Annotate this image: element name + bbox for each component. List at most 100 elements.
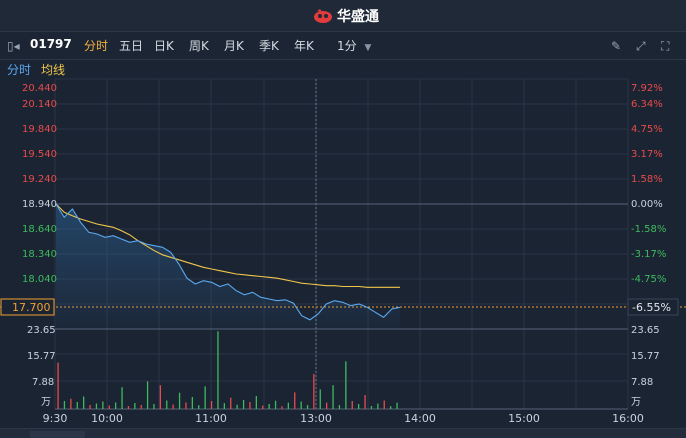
stock-code: 01797 bbox=[30, 37, 72, 51]
volume-bar bbox=[262, 405, 264, 409]
y-tick-right: 1.58% bbox=[631, 174, 663, 185]
y-tick-left: 19.240 bbox=[22, 174, 57, 185]
current-price-label: 17.700 bbox=[12, 301, 51, 314]
volume-bar bbox=[70, 398, 72, 409]
volume-bar bbox=[159, 385, 161, 409]
volume-bar bbox=[274, 400, 277, 409]
y-tick-left: 18.040 bbox=[22, 274, 57, 285]
volume-bar bbox=[140, 405, 142, 409]
y-tick-right: -4.75% bbox=[631, 274, 666, 285]
volume-bar bbox=[351, 401, 353, 409]
volume-bar bbox=[383, 400, 385, 409]
volume-bar bbox=[281, 406, 283, 409]
x-tick: 16:00 bbox=[612, 412, 644, 425]
y-tick-left: 18.940 bbox=[22, 199, 57, 210]
volume-bar bbox=[255, 396, 257, 409]
interval-select[interactable]: 1分 ▼ bbox=[337, 37, 371, 54]
tab-monthly-k[interactable]: 月K bbox=[224, 37, 244, 54]
volume-bar bbox=[204, 386, 206, 409]
tab-daily-k[interactable]: 日K bbox=[154, 37, 174, 54]
volume-bar bbox=[63, 401, 66, 409]
volume-bar bbox=[390, 406, 392, 409]
x-tick: 13:00 bbox=[300, 412, 332, 425]
chart-svg: 20.440 20.140 19.840 19.540 19.240 18.94… bbox=[0, 78, 686, 425]
volume-bar bbox=[108, 405, 110, 409]
volume-bar bbox=[191, 397, 193, 409]
legend-avg: 均线 bbox=[41, 63, 66, 77]
fullscreen-icon[interactable]: ⛶ bbox=[661, 39, 669, 54]
volume-bar bbox=[306, 405, 309, 409]
axis-labels: 20.440 20.140 19.840 19.540 19.240 18.94… bbox=[0, 83, 679, 425]
brand-logo: 华盛通 bbox=[313, 6, 379, 26]
volume-bar bbox=[332, 385, 334, 409]
expand-icon[interactable]: ⤢ bbox=[636, 39, 646, 54]
current-pct-label: -6.55% bbox=[632, 301, 671, 314]
y-tick-right: 7.92% bbox=[631, 83, 663, 94]
y-tick-left: 19.840 bbox=[22, 124, 57, 135]
tab-quarterly-k[interactable]: 季K bbox=[259, 37, 279, 54]
app-header: 华盛通 bbox=[0, 0, 686, 32]
volume-bar bbox=[166, 400, 168, 409]
x-tick: 10:00 bbox=[91, 412, 123, 425]
x-tick: 14:00 bbox=[404, 412, 436, 425]
volume-bar bbox=[76, 402, 78, 409]
volume-tick-left: 23.65 bbox=[27, 325, 56, 336]
current-pct-box bbox=[627, 298, 679, 316]
volume-bar bbox=[249, 402, 251, 409]
volume-bar bbox=[121, 387, 123, 409]
volume-bar bbox=[294, 392, 296, 409]
volume-bars bbox=[57, 331, 398, 409]
volume-bar bbox=[153, 404, 155, 409]
volume-bar bbox=[236, 404, 238, 409]
series-line-average bbox=[55, 203, 400, 288]
volume-bar bbox=[377, 403, 379, 409]
volume-bar bbox=[217, 331, 219, 409]
interval-value: 1分 bbox=[337, 39, 357, 53]
chart-grid bbox=[0, 78, 686, 410]
collapse-panel-icon[interactable]: ▯◂ bbox=[7, 39, 20, 53]
tab-minute[interactable]: 分时 bbox=[84, 37, 108, 54]
pencil-icon[interactable]: ✎ bbox=[611, 39, 621, 53]
volume-bar bbox=[326, 402, 328, 409]
tab-yearly-k[interactable]: 年K bbox=[294, 37, 314, 54]
volume-bar bbox=[115, 402, 117, 409]
volume-bar bbox=[396, 402, 398, 409]
y-tick-right: -1.58% bbox=[631, 224, 666, 235]
volume-bar bbox=[146, 381, 149, 409]
tab-five-day[interactable]: 五日 bbox=[119, 37, 143, 54]
x-tick: 11:00 bbox=[195, 412, 227, 425]
y-tick-right: -3.17% bbox=[631, 249, 666, 260]
volume-bar bbox=[83, 396, 85, 409]
volume-bar bbox=[89, 405, 91, 409]
y-tick-right: 4.75% bbox=[631, 124, 663, 135]
volume-tick-left: 15.77 bbox=[27, 351, 56, 362]
y-tick-right: 0.00% bbox=[631, 199, 663, 210]
volume-bar bbox=[319, 389, 321, 409]
volume-bar bbox=[338, 405, 341, 409]
volume-tick-left: 7.88 bbox=[32, 377, 54, 388]
chart-toolbar: ▯◂ 01797 分时 五日 日K 周K 月K 季K 年K 1分 ▼ ✎ ⤢ ⛶ bbox=[0, 32, 686, 60]
volume-bar bbox=[313, 373, 315, 409]
volume-bar bbox=[95, 403, 98, 409]
volume-bar bbox=[358, 404, 360, 409]
y-tick-left: 18.640 bbox=[22, 224, 57, 235]
volume-bar bbox=[57, 362, 59, 409]
volume-tick-right: 7.88 bbox=[631, 377, 653, 388]
volume-bar bbox=[242, 400, 245, 409]
series-line-minute bbox=[55, 203, 401, 321]
y-tick-left: 20.140 bbox=[22, 99, 57, 110]
logo-icon bbox=[314, 9, 332, 23]
volume-bar bbox=[268, 404, 270, 409]
y-tick-right: 3.17% bbox=[631, 149, 663, 160]
volume-bar bbox=[127, 406, 130, 409]
volume-bar bbox=[134, 403, 136, 409]
volume-unit-left: 万 bbox=[41, 397, 51, 408]
current-price-box bbox=[0, 298, 55, 316]
volume-bar bbox=[210, 401, 213, 409]
chevron-down-icon: ▼ bbox=[364, 43, 372, 53]
tab-weekly-k[interactable]: 周K bbox=[189, 37, 209, 54]
brand-name: 华盛通 bbox=[337, 9, 379, 25]
volume-bar bbox=[300, 401, 302, 409]
volume-bar bbox=[223, 403, 225, 409]
x-tick: 15:00 bbox=[508, 412, 540, 425]
